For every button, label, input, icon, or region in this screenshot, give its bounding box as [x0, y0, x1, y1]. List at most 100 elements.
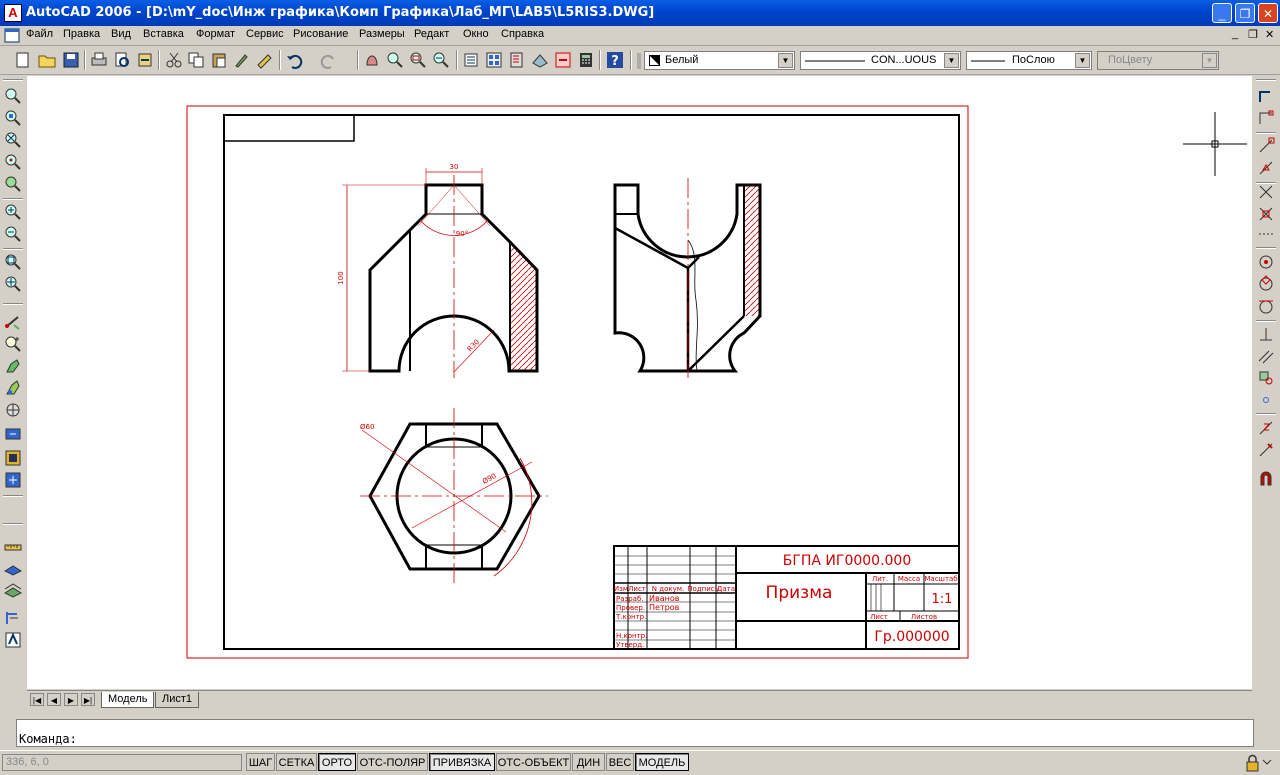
snap-tangent-icon[interactable]: [1257, 297, 1275, 315]
menu-insert[interactable]: Вставка: [143, 28, 184, 40]
tool-palettes-icon[interactable]: [508, 51, 526, 69]
zoom-in-icon[interactable]: [4, 203, 22, 221]
save-icon[interactable]: [62, 51, 80, 69]
zoom-realtime-icon[interactable]: [386, 51, 404, 69]
zoom-out-icon[interactable]: [4, 225, 22, 243]
mdi-minimize-button[interactable]: _: [1232, 28, 1238, 40]
menu-help[interactable]: Справка: [501, 28, 544, 40]
autocad-app-icon[interactable]: A: [4, 4, 22, 22]
snap-midpoint-icon[interactable]: [1257, 159, 1275, 177]
zoom-previous-icon[interactable]: [432, 51, 450, 69]
properties-icon[interactable]: [462, 51, 480, 69]
temporary-track-icon[interactable]: [1257, 87, 1275, 105]
linetype-control[interactable]: CON...UOUS ▼: [800, 51, 961, 70]
distance-icon[interactable]: [4, 313, 22, 331]
status-polar-button[interactable]: ОТС-ПОЛЯР: [357, 753, 428, 771]
dimension-style-icon[interactable]: [4, 609, 22, 627]
locate-point-icon[interactable]: [4, 401, 22, 419]
zoom-scale-icon[interactable]: [4, 131, 22, 149]
layer-icon[interactable]: [4, 559, 22, 577]
area-icon[interactable]: [4, 335, 22, 353]
lineweight-control[interactable]: ПоСлою ▼: [966, 51, 1092, 70]
menu-draw[interactable]: Рисование: [293, 28, 348, 40]
menu-file[interactable]: Файл: [26, 28, 53, 40]
zoom-dynamic-icon[interactable]: [4, 109, 22, 127]
zoom-all-icon[interactable]: [4, 253, 22, 271]
next-tab-button[interactable]: ▶: [64, 693, 78, 706]
menu-modify[interactable]: Редакт: [414, 28, 449, 40]
toolbar-lock-icon[interactable]: [1244, 754, 1274, 772]
maximize-button[interactable]: ❐: [1235, 3, 1255, 23]
mdi-close-button[interactable]: ✕: [1265, 28, 1274, 41]
snap-parallel-icon[interactable]: [1257, 347, 1275, 365]
calculator-icon[interactable]: [577, 51, 595, 69]
snap-node-icon[interactable]: [1257, 391, 1275, 409]
chevron-down-icon[interactable]: ▼: [944, 53, 959, 68]
status-otrack-button[interactable]: ОТС-ОБЪЕКТ: [496, 753, 571, 771]
match-properties-icon[interactable]: [233, 51, 251, 69]
zoom-center-icon[interactable]: [4, 153, 22, 171]
last-tab-button[interactable]: ▶|: [81, 693, 95, 706]
minimize-button[interactable]: _: [1212, 3, 1232, 23]
status-lwt-button[interactable]: ВЕС: [606, 753, 634, 771]
status-model-button[interactable]: МОДЕЛЬ: [635, 753, 689, 771]
toolbar-grip-icon[interactable]: [636, 51, 642, 71]
previous-tab-button[interactable]: ◀: [47, 693, 61, 706]
new-file-icon[interactable]: [14, 51, 32, 69]
drawing-area[interactable]: 30 100 90° R30 Ø60 Ø90 БГПА ИГ0000.000 П…: [27, 76, 1252, 689]
color-control[interactable]: Белый ▼: [644, 51, 795, 70]
zoom-extents-icon[interactable]: [4, 275, 22, 293]
menu-view[interactable]: Вид: [111, 28, 131, 40]
paste-icon[interactable]: [210, 51, 228, 69]
help-icon[interactable]: ?: [606, 51, 624, 69]
status-snap-button[interactable]: ШАГ: [246, 753, 275, 771]
redo-icon[interactable]: [320, 51, 338, 69]
first-tab-button[interactable]: |◀: [30, 693, 44, 706]
osnap-settings-icon[interactable]: [1257, 469, 1275, 487]
snap-nearest-icon[interactable]: [1257, 419, 1275, 437]
command-line[interactable]: Команда:: [16, 719, 1254, 747]
setvar-icon[interactable]: [4, 471, 22, 489]
undo-icon[interactable]: [285, 51, 303, 69]
publish-icon[interactable]: [136, 51, 154, 69]
status-dyn-button[interactable]: ДИН: [572, 753, 605, 771]
status-osnap-button[interactable]: ПРИВЯЗКА: [429, 753, 495, 771]
mdi-restore-button[interactable]: ❐: [1248, 28, 1258, 41]
menu-dimension[interactable]: Размеры: [359, 28, 405, 40]
cut-icon[interactable]: [165, 51, 183, 69]
snap-perpendicular-icon[interactable]: [1257, 325, 1275, 343]
markup-icon[interactable]: [554, 51, 572, 69]
status-icon[interactable]: [4, 449, 22, 467]
design-center-icon[interactable]: [485, 51, 503, 69]
document-icon[interactable]: [4, 28, 20, 43]
drawing-canvas[interactable]: 30 100 90° R30 Ø60 Ø90 БГПА ИГ0000.000 П…: [27, 76, 1252, 689]
zoom-window-icon[interactable]: [4, 87, 22, 105]
zoom-object-icon[interactable]: [4, 175, 22, 193]
list-icon[interactable]: [4, 379, 22, 397]
block-editor-icon[interactable]: [256, 51, 274, 69]
ruler-icon[interactable]: [4, 537, 22, 555]
menu-window[interactable]: Окно: [463, 28, 489, 40]
region-mass-icon[interactable]: [4, 357, 22, 375]
print-preview-icon[interactable]: [113, 51, 131, 69]
coordinate-readout[interactable]: 336, 6, 0: [2, 754, 242, 771]
print-icon[interactable]: [90, 51, 108, 69]
copy-icon[interactable]: [187, 51, 205, 69]
tab-model[interactable]: Модель: [101, 692, 155, 708]
snap-center-icon[interactable]: [1257, 253, 1275, 271]
sheet-set-icon[interactable]: [531, 51, 549, 69]
time-icon[interactable]: [4, 425, 22, 443]
snap-endpoint-icon[interactable]: [1257, 137, 1275, 155]
tab-layout1[interactable]: Лист1: [155, 692, 200, 708]
menu-tools[interactable]: Сервис: [246, 28, 284, 40]
close-button[interactable]: ✕: [1258, 3, 1278, 23]
layer-states-icon[interactable]: [4, 581, 22, 599]
status-grid-button[interactable]: СЕТКА: [276, 753, 317, 771]
chevron-down-icon[interactable]: ▼: [778, 53, 793, 68]
chevron-down-icon[interactable]: ▼: [1075, 53, 1090, 68]
snap-intersection-icon[interactable]: [1257, 183, 1275, 201]
snap-from-icon[interactable]: [1257, 109, 1275, 127]
snap-apparent-intersection-icon[interactable]: [1257, 205, 1275, 223]
snap-none-icon[interactable]: [1257, 441, 1275, 459]
menu-edit[interactable]: Правка: [63, 28, 100, 40]
